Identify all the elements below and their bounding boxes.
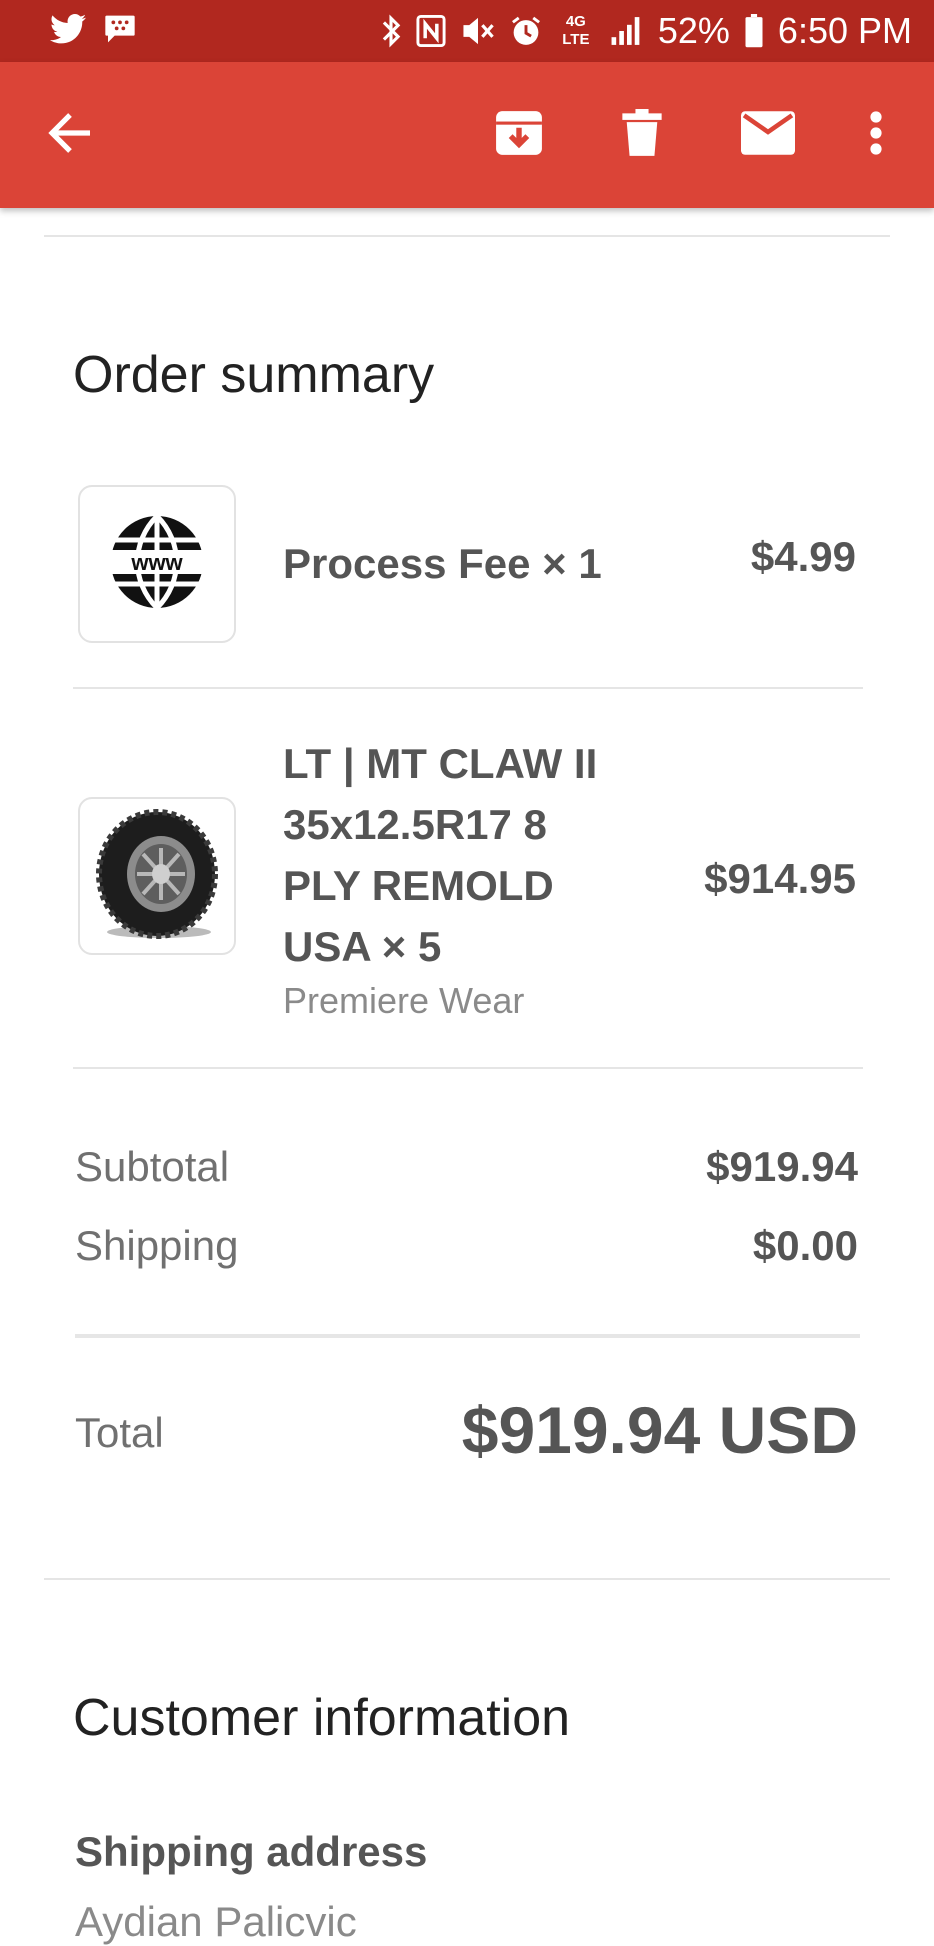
more-options-button[interactable] [846,105,906,165]
item-name: LT | MT CLAW II 35x12.5R17 8 PLY REMOLD … [283,733,597,977]
archive-icon [494,109,544,162]
total-value: $919.94 USD [461,1393,858,1467]
signal-icon [610,15,644,47]
item-name-line: PLY REMOLD [283,862,554,909]
subtotal-value: $919.94 [706,1143,858,1190]
alarm-icon [510,15,542,47]
items-end-divider [73,1067,863,1069]
shipping-address-name: Aydian Palicvic [75,1898,357,1945]
item-price: $914.95 [704,855,856,902]
app-bar [0,62,934,208]
shipping-label: Shipping [75,1222,239,1269]
nfc-icon [416,15,446,47]
back-button[interactable] [40,105,100,165]
bluetooth-icon [380,14,402,48]
twitter-icon [50,14,86,44]
more-vert-icon [869,110,883,160]
back-arrow-icon [46,111,94,160]
item-name-line: 35x12.5R17 8 [283,801,547,848]
status-system: 4G LTE 52% 6:50 PM [380,8,912,54]
mark-unread-icon [741,110,795,160]
lte-icon: 4G LTE [556,13,596,49]
top-divider [44,235,890,237]
www-globe-icon: www [109,513,205,615]
item-vendor: Premiere Wear [283,980,525,1021]
item-thumbnail: www [78,485,236,643]
item-divider [73,687,863,689]
status-bar: 4G LTE 52% 6:50 PM [0,0,934,62]
status-notifications [50,14,136,44]
network-type: 4G LTE [562,13,590,48]
item-price: $4.99 [750,533,856,580]
total-divider [75,1334,860,1338]
shipping-address-label: Shipping address [75,1828,428,1875]
svg-text:www: www [130,550,183,575]
mute-icon [460,15,496,47]
item-name-line: LT | MT CLAW II [283,740,598,787]
total-label: Total [75,1409,164,1456]
tire-image [87,804,227,949]
customer-information-title: Customer information [73,1689,571,1747]
subtotal-label: Subtotal [75,1143,230,1190]
delete-icon [622,108,662,162]
battery-icon [744,14,764,48]
bbm-icon [104,14,136,44]
shipping-value: $0.00 [752,1222,858,1269]
item-name-line: USA × 5 [283,923,442,970]
battery-percent: 52% [657,10,730,51]
delete-button[interactable] [612,105,672,165]
section-divider [44,1578,890,1580]
clock: 6:50 PM [777,10,912,51]
order-summary-title: Order summary [73,346,435,404]
item-thumbnail [78,797,236,955]
mark-unread-button[interactable] [738,105,798,165]
item-name: Process Fee × 1 [283,540,602,587]
archive-button[interactable] [489,105,549,165]
